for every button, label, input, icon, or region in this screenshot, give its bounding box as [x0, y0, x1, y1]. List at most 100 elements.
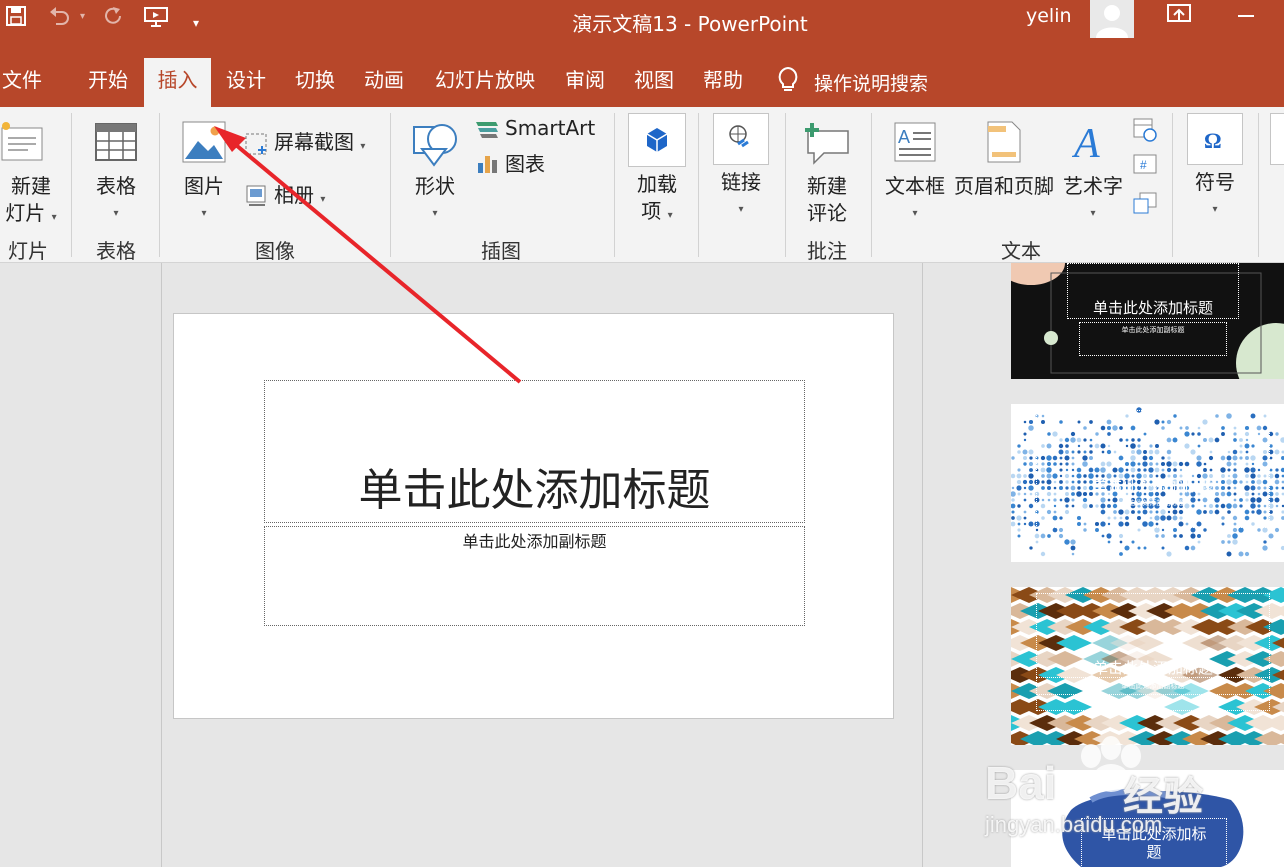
- dot: [1017, 444, 1021, 448]
- word-art-button[interactable]: 艺术字 ▾: [1060, 173, 1126, 227]
- add-ins-button[interactable]: 加载 项 ▾: [626, 171, 688, 229]
- design-thumbnail-1[interactable]: 单击此处添加标题 单击此处添加副标题: [1011, 263, 1284, 379]
- tab-home[interactable]: 开始: [82, 58, 134, 107]
- new-slide-button[interactable]: 新建 灯片 ▾: [0, 173, 62, 231]
- user-name[interactable]: yelin: [1026, 5, 1072, 27]
- tab-review[interactable]: 审阅: [559, 58, 611, 107]
- dot: [1023, 438, 1027, 442]
- dot: [1058, 527, 1064, 533]
- new-slide-icon[interactable]: [0, 120, 46, 170]
- link-icon[interactable]: [713, 113, 769, 165]
- dot: [1034, 533, 1040, 539]
- table-button[interactable]: 表格 ▾: [86, 173, 146, 227]
- shapes-button[interactable]: 形状 ▾: [405, 173, 465, 227]
- chevron-down-icon: ▾: [667, 210, 673, 221]
- dot: [1197, 540, 1201, 544]
- dot: [1011, 503, 1016, 509]
- slide-canvas[interactable]: 单击此处添加标题 单击此处添加副标题: [173, 313, 894, 719]
- left-pane: [0, 263, 162, 867]
- dot: [1017, 492, 1021, 496]
- customize-qat-icon[interactable]: ▾: [193, 12, 199, 34]
- dot: [1017, 504, 1021, 508]
- minimize-icon[interactable]: [1236, 4, 1256, 29]
- slide-number-icon[interactable]: #: [1132, 153, 1158, 181]
- group-label-comments: 批注: [807, 239, 847, 263]
- dot: [1161, 528, 1165, 532]
- date-time-icon[interactable]: [1132, 117, 1158, 147]
- chevron-down-icon: ▾: [1212, 204, 1218, 215]
- tab-slideshow[interactable]: 幻灯片放映: [428, 58, 542, 107]
- dot: [1058, 533, 1064, 539]
- group-label-illustrations: 插图: [481, 239, 521, 263]
- dot: [1029, 468, 1033, 472]
- dot: [1023, 510, 1027, 514]
- screenshot-button[interactable]: 屏幕截图 ▾: [274, 129, 365, 160]
- picture-icon[interactable]: [182, 121, 226, 167]
- header-footer-icon[interactable]: [986, 120, 1022, 168]
- watermark-url: jingyan.baidu.com: [985, 812, 1163, 837]
- photo-album-button[interactable]: 相册 ▾: [274, 182, 325, 213]
- tab-insert[interactable]: 插入: [144, 58, 211, 107]
- screenshot-icon[interactable]: [244, 132, 268, 160]
- document-title: 演示文稿13 - PowerPoint: [572, 12, 808, 36]
- dot: [1011, 473, 1016, 479]
- design-thumbnail-3[interactable]: 单击此处添加标题 单击此处添加副标题: [1011, 587, 1284, 745]
- svg-text:A: A: [1072, 121, 1100, 163]
- text-box-icon[interactable]: A: [893, 121, 937, 167]
- dot: [1070, 539, 1076, 545]
- tab-file[interactable]: 文件: [0, 58, 44, 107]
- dot: [1023, 474, 1027, 478]
- symbol-button[interactable]: 符号 ▾: [1184, 169, 1246, 223]
- tell-me-search[interactable]: 操作说明搜索: [776, 66, 928, 99]
- tab-transitions[interactable]: 切换: [289, 58, 341, 107]
- add-ins-icon[interactable]: [628, 113, 686, 167]
- object-icon[interactable]: [1132, 191, 1158, 219]
- title-placeholder[interactable]: 单击此处添加标题: [264, 380, 805, 523]
- redo-icon[interactable]: [103, 6, 123, 26]
- chart-icon[interactable]: [476, 153, 498, 179]
- tab-design[interactable]: 设计: [220, 58, 272, 107]
- chevron-down-icon: ▾: [432, 208, 438, 219]
- dot: [1143, 546, 1147, 550]
- dot: [1274, 449, 1280, 455]
- dot: [1023, 492, 1027, 496]
- new-comment-icon[interactable]: [800, 119, 852, 169]
- dot: [1101, 534, 1105, 538]
- pane-divider[interactable]: [922, 263, 923, 867]
- group-label-images: 图像: [255, 239, 295, 263]
- dot: [1016, 515, 1022, 521]
- lightbulb-icon: [776, 66, 800, 99]
- media-icon[interactable]: [1270, 113, 1284, 165]
- tab-view[interactable]: 视图: [628, 58, 680, 107]
- undo-icon[interactable]: [48, 6, 70, 26]
- chevron-down-icon: ▾: [113, 208, 119, 219]
- ribbon-display-options-icon[interactable]: [1166, 2, 1192, 29]
- dot: [1040, 533, 1046, 539]
- save-icon[interactable]: [6, 6, 26, 26]
- group-label-slides: 灯片: [8, 239, 48, 263]
- tab-animations[interactable]: 动画: [358, 58, 410, 107]
- smartart-icon[interactable]: [474, 118, 500, 144]
- picture-button[interactable]: 图片 ▾: [174, 173, 234, 227]
- symbol-icon[interactable]: Ω: [1187, 113, 1243, 165]
- new-comment-button[interactable]: 新建 评论: [796, 173, 858, 227]
- avatar[interactable]: [1090, 0, 1134, 38]
- tab-help[interactable]: 帮助: [697, 58, 749, 107]
- shapes-icon[interactable]: [410, 119, 460, 173]
- header-footer-button[interactable]: 页眉和页脚: [950, 173, 1058, 200]
- link-button[interactable]: 链接 ▾: [710, 169, 772, 223]
- dot: [1047, 534, 1051, 538]
- table-icon[interactable]: [94, 122, 138, 166]
- group-divider: [1172, 113, 1173, 257]
- photo-album-icon[interactable]: [244, 183, 268, 211]
- dropdown-arrow-icon[interactable]: ▾: [80, 6, 85, 28]
- subtitle-placeholder[interactable]: 单击此处添加副标题: [264, 526, 805, 626]
- chart-button[interactable]: 图表: [505, 151, 545, 178]
- presentation-icon[interactable]: [144, 6, 168, 28]
- word-art-icon[interactable]: A: [1071, 119, 1112, 167]
- text-box-button[interactable]: 文本框 ▾: [882, 173, 948, 227]
- dot: [1017, 528, 1021, 532]
- group-divider: [871, 113, 872, 257]
- smartart-button[interactable]: SmartArt: [505, 115, 595, 142]
- design-thumbnail-2[interactable]: 单击此处添加标题 单击此处添加副标题: [1011, 404, 1284, 562]
